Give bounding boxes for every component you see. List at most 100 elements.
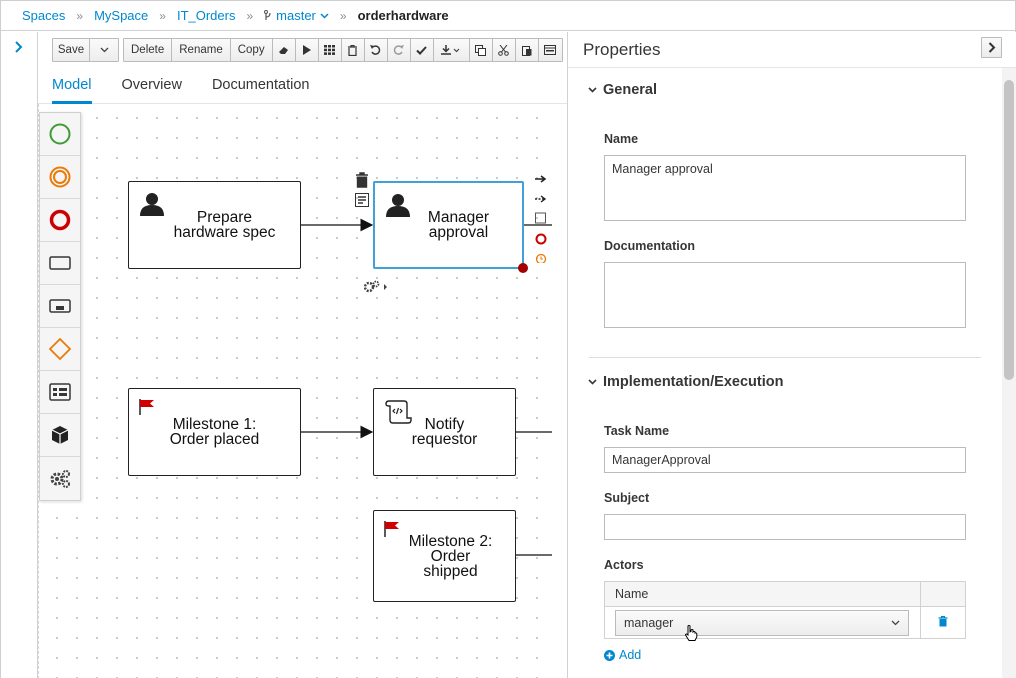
redo-button[interactable] <box>388 39 411 61</box>
node-label: Milestone 2: Order shipped <box>408 532 493 580</box>
branch-icon <box>264 10 271 20</box>
palette-service-tasks[interactable] <box>40 457 80 500</box>
palette-gateway[interactable] <box>40 328 80 371</box>
copy-selection-button[interactable] <box>470 39 493 61</box>
actor-select[interactable]: manager <box>615 609 909 636</box>
redo-icon <box>393 44 405 55</box>
branch-label: master <box>276 8 316 23</box>
caret-down-icon <box>100 47 108 53</box>
breadcrumb-current: orderhardware <box>357 8 449 23</box>
delete-button[interactable]: Delete <box>124 39 173 61</box>
breadcrumb-separator-icon: » <box>76 8 84 23</box>
user-task-icon <box>140 193 164 216</box>
gateway-icon <box>49 338 71 360</box>
undo-button[interactable] <box>365 39 388 61</box>
breadcrumb: Spaces » MySpace » IT_Orders » master » … <box>1 1 1016 31</box>
tab-documentation[interactable]: Documentation <box>212 74 310 104</box>
documentation-label: Documentation <box>604 239 695 253</box>
branch-selector[interactable]: master <box>264 8 329 23</box>
user-task-icon <box>386 194 410 217</box>
palette-end-event[interactable] <box>40 199 80 242</box>
trash-icon[interactable] <box>355 172 369 188</box>
download-icon <box>441 45 460 55</box>
name-field[interactable]: Manager approval <box>604 155 966 221</box>
validate-button[interactable] <box>411 39 434 61</box>
section-implementation-toggle[interactable]: Implementation/Execution <box>588 374 783 390</box>
scrollbar-thumb[interactable] <box>1004 80 1014 380</box>
palette-subprocess[interactable] <box>40 285 80 328</box>
breadcrumb-separator-icon: » <box>339 8 347 23</box>
eraser-icon <box>278 47 288 54</box>
delete-actor-icon[interactable] <box>938 615 948 627</box>
copy-button[interactable]: Copy <box>231 39 273 61</box>
undo-icon <box>370 44 381 55</box>
editor-toolbar: Save Delete Rename Copy <box>52 38 563 62</box>
panel-icon <box>544 45 557 55</box>
shape-palette <box>39 112 81 501</box>
milestone-flag-icon <box>384 521 399 537</box>
play-button[interactable] <box>296 39 319 61</box>
palette-start-event[interactable] <box>40 113 80 156</box>
grid-icon <box>324 45 336 55</box>
palette-lane[interactable] <box>40 371 80 414</box>
documentation-icon[interactable] <box>355 193 369 207</box>
breadcrumb-separator-icon: » <box>159 8 166 23</box>
palette-intermediate-event[interactable] <box>40 156 80 199</box>
node-label: Notify requestor <box>411 416 478 448</box>
trash-icon <box>348 44 358 56</box>
properties-scrollbar[interactable] <box>1002 68 1016 678</box>
bpmn-canvas[interactable]: Prepare hardware spec Manager approval M… <box>38 104 552 678</box>
tab-overview[interactable]: Overview <box>122 74 182 104</box>
subject-input[interactable] <box>604 514 966 540</box>
chevron-down-icon <box>891 620 900 625</box>
section-divider <box>589 357 981 358</box>
breadcrumb-separator-icon: » <box>246 8 254 23</box>
milestone-order-shipped[interactable]: Milestone 2: Order shipped <box>373 510 516 602</box>
chevron-right-icon <box>988 42 995 53</box>
breadcrumb-project[interactable]: IT_Orders <box>177 8 236 23</box>
check-icon <box>416 45 427 55</box>
trash-button[interactable] <box>342 39 365 61</box>
task-notify-requestor[interactable]: Notify requestor <box>373 388 516 476</box>
section-general-toggle[interactable]: General <box>588 82 657 98</box>
download-button[interactable] <box>434 39 470 61</box>
collapse-properties-button[interactable] <box>981 37 1002 58</box>
palette-custom-task[interactable] <box>40 414 80 457</box>
milestone-flag-icon <box>139 399 154 415</box>
explorer-rail <box>1 32 38 678</box>
properties-title: Properties <box>583 39 661 59</box>
milestone-order-placed[interactable]: Milestone 1: Order placed <box>128 388 301 476</box>
palette-task[interactable] <box>40 242 80 285</box>
connector-tools-icon[interactable] <box>534 173 548 263</box>
task-prepare-hardware-spec[interactable]: Prepare hardware spec <box>128 181 301 269</box>
section-general-title: General <box>603 82 657 98</box>
canvas-scrollbar[interactable] <box>552 104 567 678</box>
properties-panel: Properties General Name Manager approval… <box>567 32 1016 678</box>
subject-label: Subject <box>604 491 650 505</box>
save-button[interactable]: Save <box>53 39 90 61</box>
paste-button[interactable] <box>516 39 539 61</box>
save-options-button[interactable] <box>90 39 118 61</box>
add-actor-button[interactable]: Add <box>604 648 641 662</box>
task-manager-approval[interactable]: Manager approval <box>373 181 524 269</box>
breadcrumb-myspace[interactable]: MySpace <box>94 8 148 23</box>
copy-icon <box>475 44 487 56</box>
resize-handle-icon[interactable] <box>517 262 529 274</box>
actors-column-name: Name <box>604 581 921 607</box>
chevron-down-icon <box>588 379 597 385</box>
cut-button[interactable] <box>493 39 516 61</box>
task-name-input[interactable] <box>604 447 966 473</box>
grid-button[interactable] <box>319 39 342 61</box>
lane-icon <box>49 383 71 401</box>
rename-button[interactable]: Rename <box>172 39 231 61</box>
end-event-icon <box>49 209 71 231</box>
morph-gears-icon[interactable] <box>363 280 389 294</box>
breadcrumb-spaces[interactable]: Spaces <box>22 8 65 23</box>
start-event-icon <box>49 123 71 145</box>
chevron-right-icon[interactable] <box>14 41 24 53</box>
tab-model[interactable]: Model <box>52 74 92 104</box>
properties-toggle-button[interactable] <box>539 39 562 61</box>
eraser-button[interactable] <box>273 39 296 61</box>
section-implementation-title: Implementation/Execution <box>603 374 784 390</box>
documentation-field[interactable] <box>604 262 966 328</box>
